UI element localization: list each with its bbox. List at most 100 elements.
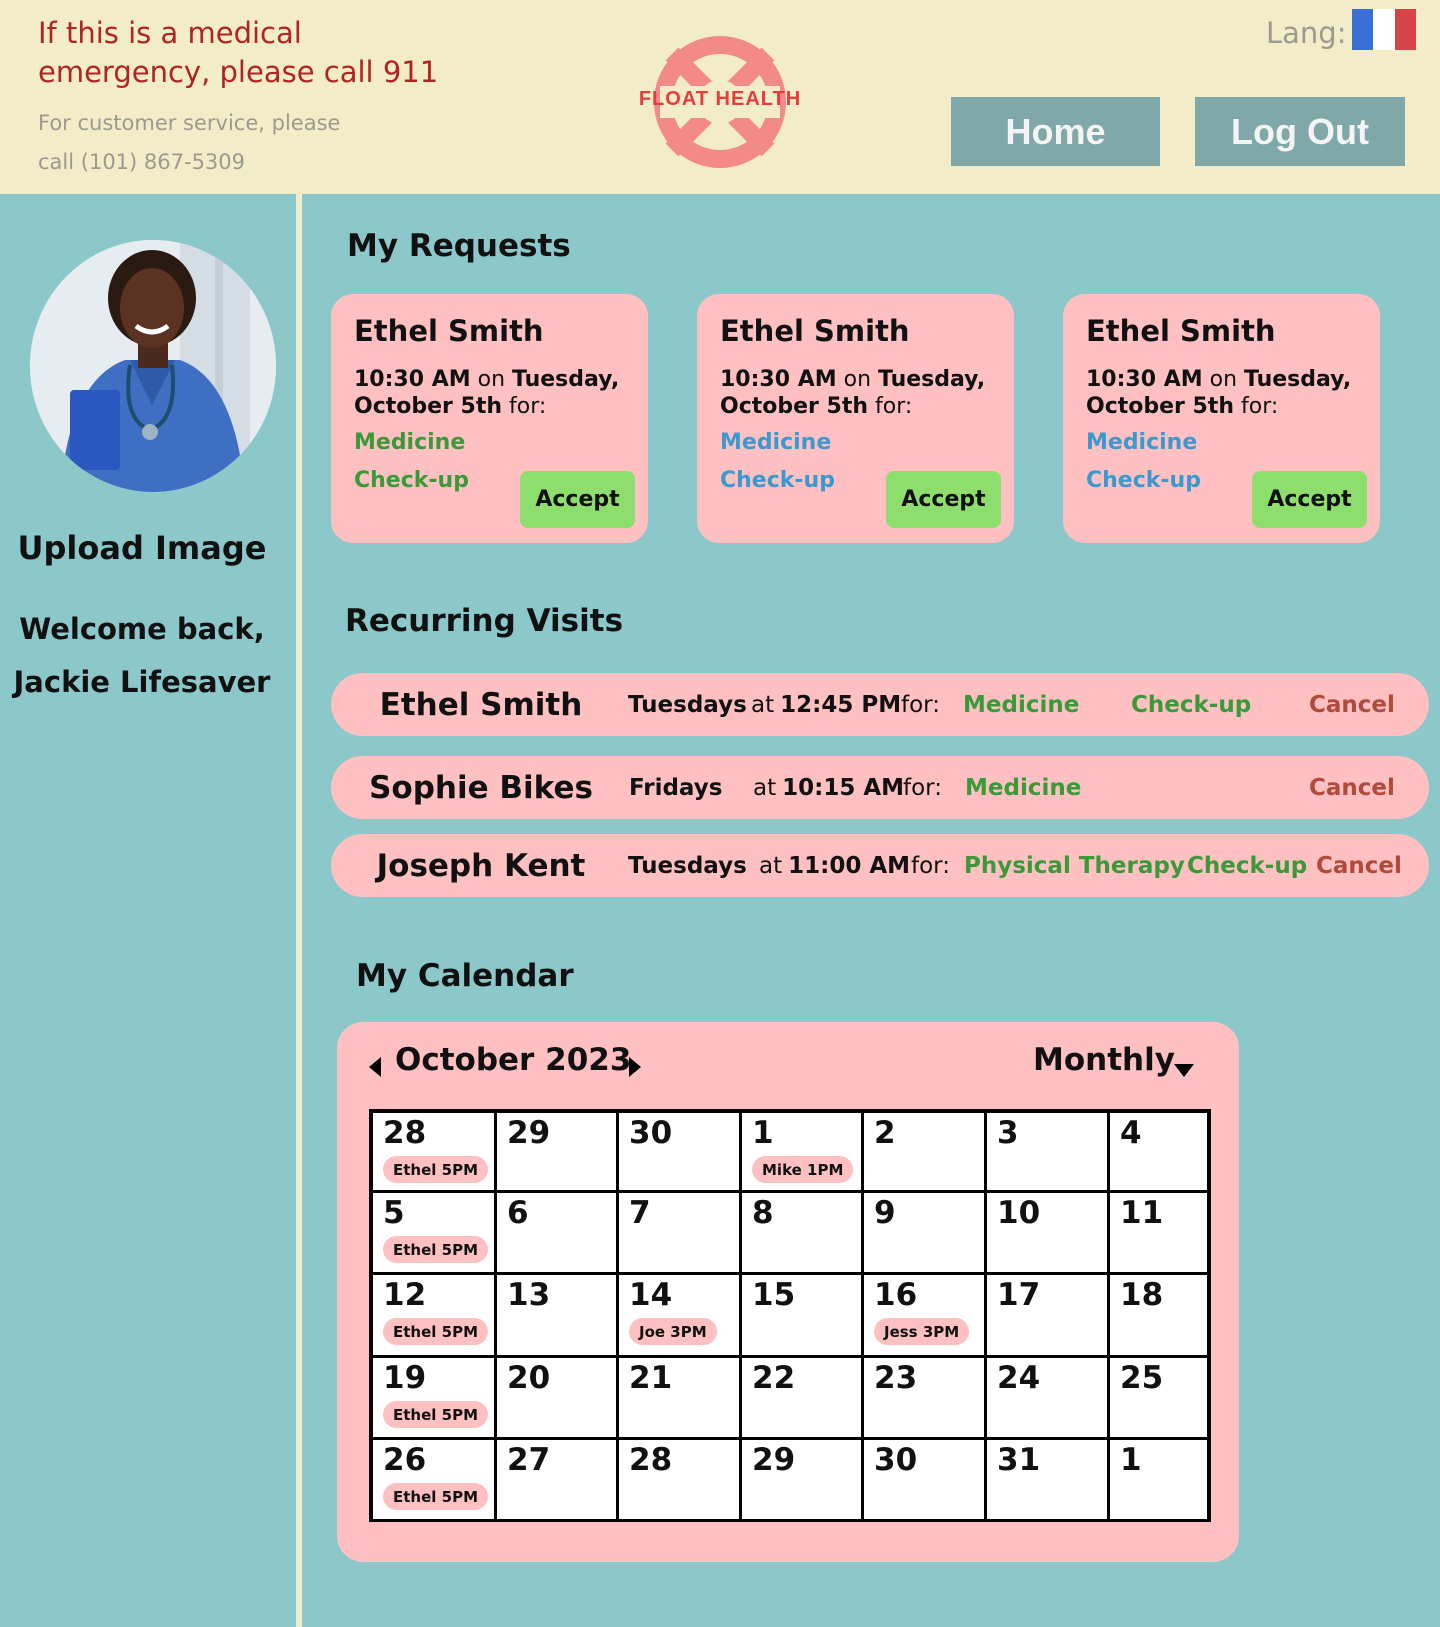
calendar-day-cell[interactable]: 11 xyxy=(1110,1193,1207,1275)
calendar-view-select[interactable]: Monthly xyxy=(1033,1042,1175,1078)
calendar-day-number: 17 xyxy=(997,1277,1041,1313)
calendar-day-cell[interactable]: 3 xyxy=(987,1113,1110,1193)
user-name: Jackie Lifesaver xyxy=(13,665,271,699)
profile-avatar[interactable] xyxy=(30,240,276,492)
recurring-time: at 11:00 AM xyxy=(759,834,910,897)
recurring-time: at 10:15 AM xyxy=(753,756,904,819)
calendar-day-cell[interactable]: 12 Ethel 5PM xyxy=(373,1275,497,1358)
request-card: Ethel Smith 10:30 AM on Tuesday, October 5… xyxy=(1063,294,1380,543)
calendar-day-number: 22 xyxy=(752,1360,796,1396)
request-service: Check-up xyxy=(354,468,469,493)
calendar-day-cell[interactable]: 29 xyxy=(497,1113,619,1193)
chevron-down-icon[interactable] xyxy=(1173,1062,1195,1078)
french-flag-icon[interactable] xyxy=(1352,9,1416,50)
request-service: Medicine xyxy=(354,430,466,455)
calendar-event-badge[interactable]: Jess 3PM xyxy=(874,1318,970,1345)
request-patient-name: Ethel Smith xyxy=(1086,314,1276,348)
accept-button[interactable]: Accept xyxy=(520,471,635,528)
calendar-day-cell[interactable]: 21 xyxy=(619,1358,742,1440)
calendar-day-number: 18 xyxy=(1120,1277,1164,1313)
calendar-day-cell[interactable]: 20 xyxy=(497,1358,619,1440)
calendar-day-cell[interactable]: 1 xyxy=(1110,1440,1207,1519)
request-for-text: for: xyxy=(868,394,913,419)
calendar-day-cell[interactable]: 2 xyxy=(864,1113,987,1193)
next-month-icon[interactable] xyxy=(627,1056,643,1078)
calendar-day-cell[interactable]: 18 xyxy=(1110,1275,1207,1358)
calendar-day-cell[interactable]: 25 xyxy=(1110,1358,1207,1440)
recurring-at-text: at xyxy=(759,852,783,879)
recurring-time-value: 10:15 AM xyxy=(782,774,905,801)
logout-button[interactable]: Log Out xyxy=(1195,97,1405,166)
request-date: October 5th xyxy=(354,394,503,419)
upload-image-link[interactable]: Upload Image xyxy=(0,529,284,567)
calendar-day-cell[interactable]: 29 xyxy=(742,1440,864,1519)
calendar-day-cell[interactable]: 14 Joe 3PM xyxy=(619,1275,742,1358)
calendar-event-badge[interactable]: Ethel 5PM xyxy=(383,1483,488,1510)
recurring-patient-name: Sophie Bikes xyxy=(369,769,593,806)
calendar-day-number: 31 xyxy=(997,1442,1041,1478)
prev-month-icon[interactable] xyxy=(367,1056,383,1078)
calendar-day-cell[interactable]: 9 xyxy=(864,1193,987,1275)
calendar-day-number: 27 xyxy=(507,1442,551,1478)
request-time-value: 10:30 AM xyxy=(720,367,837,392)
calendar-day-cell[interactable]: 30 xyxy=(864,1440,987,1519)
recurring-at-text: at xyxy=(753,774,777,801)
calendar-event-badge[interactable]: Ethel 5PM xyxy=(383,1156,488,1183)
calendar-day-cell[interactable]: 6 xyxy=(497,1193,619,1275)
calendar-day-number: 28 xyxy=(383,1115,427,1151)
cancel-button[interactable]: Cancel xyxy=(1309,673,1395,736)
calendar-day-cell[interactable]: 31 xyxy=(987,1440,1110,1519)
calendar-event-badge[interactable]: Mike 1PM xyxy=(752,1156,854,1183)
home-button[interactable]: Home xyxy=(951,97,1160,166)
calendar-day-cell[interactable]: 28 Ethel 5PM xyxy=(373,1113,497,1193)
calendar-event-badge[interactable]: Ethel 5PM xyxy=(383,1236,488,1263)
calendar-day-cell[interactable]: 24 xyxy=(987,1358,1110,1440)
calendar-day-number: 6 xyxy=(507,1195,529,1231)
recurring-service: Physical Therapy xyxy=(964,852,1185,879)
logo-text: FLOAT HEALTH xyxy=(638,88,802,110)
cancel-button[interactable]: Cancel xyxy=(1309,756,1395,819)
calendar-day-cell[interactable]: 17 xyxy=(987,1275,1110,1358)
calendar-day-number: 30 xyxy=(629,1115,673,1151)
calendar-day-number: 11 xyxy=(1120,1195,1164,1231)
calendar-day-cell[interactable]: 10 xyxy=(987,1193,1110,1275)
calendar-day-number: 30 xyxy=(874,1442,918,1478)
calendar-day-number: 16 xyxy=(874,1277,918,1313)
calendar-day-cell[interactable]: 28 xyxy=(619,1440,742,1519)
calendar-day-cell[interactable]: 13 xyxy=(497,1275,619,1358)
calendar-day-cell[interactable]: 26 Ethel 5PM xyxy=(373,1440,497,1519)
recurring-at-text: at xyxy=(751,691,775,718)
calendar-day-number: 23 xyxy=(874,1360,918,1396)
recurring-service: Check-up xyxy=(1131,691,1252,718)
calendar-day-cell[interactable]: 22 xyxy=(742,1358,864,1440)
calendar-event-badge[interactable]: Joe 3PM xyxy=(629,1318,717,1345)
request-for-text: for: xyxy=(1234,394,1279,419)
calendar-day-cell[interactable]: 23 xyxy=(864,1358,987,1440)
calendar-day-number: 4 xyxy=(1120,1115,1142,1151)
calendar-day-cell[interactable]: 4 xyxy=(1110,1113,1207,1193)
calendar-day-cell[interactable]: 19 Ethel 5PM xyxy=(373,1358,497,1440)
calendar-day-number: 9 xyxy=(874,1195,896,1231)
recurring-patient-name: Ethel Smith xyxy=(379,686,583,723)
accept-button[interactable]: Accept xyxy=(886,471,1001,528)
calendar-day-cell[interactable]: 30 xyxy=(619,1113,742,1193)
recurring-patient-name: Joseph Kent xyxy=(376,847,586,884)
calendar-day-cell[interactable]: 5 Ethel 5PM xyxy=(373,1193,497,1275)
calendar-month-label: October 2023 xyxy=(395,1042,632,1078)
calendar-day-cell[interactable]: 27 xyxy=(497,1440,619,1519)
request-day: Tuesday, xyxy=(1244,367,1352,392)
calendar-event-badge[interactable]: Ethel 5PM xyxy=(383,1401,488,1428)
calendar-day-cell[interactable]: 7 xyxy=(619,1193,742,1275)
accept-button[interactable]: Accept xyxy=(1252,471,1367,528)
calendar-day-cell[interactable]: 8 xyxy=(742,1193,864,1275)
cancel-button[interactable]: Cancel xyxy=(1316,834,1402,897)
request-card: Ethel Smith 10:30 AM on Tuesday, October 5… xyxy=(697,294,1014,543)
float-health-logo[interactable]: FLOAT HEALTH xyxy=(620,30,820,174)
calendar-event-badge[interactable]: Ethel 5PM xyxy=(383,1318,488,1345)
calendar-day-cell[interactable]: 1 Mike 1PM xyxy=(742,1113,864,1193)
calendar-day-cell[interactable]: 15 xyxy=(742,1275,864,1358)
recurring-for-text: for: xyxy=(911,852,950,879)
calendar-day-cell[interactable]: 16 Jess 3PM xyxy=(864,1275,987,1358)
request-on-text: on xyxy=(470,367,512,392)
welcome-message: Welcome back, Jackie Lifesaver xyxy=(0,603,284,709)
